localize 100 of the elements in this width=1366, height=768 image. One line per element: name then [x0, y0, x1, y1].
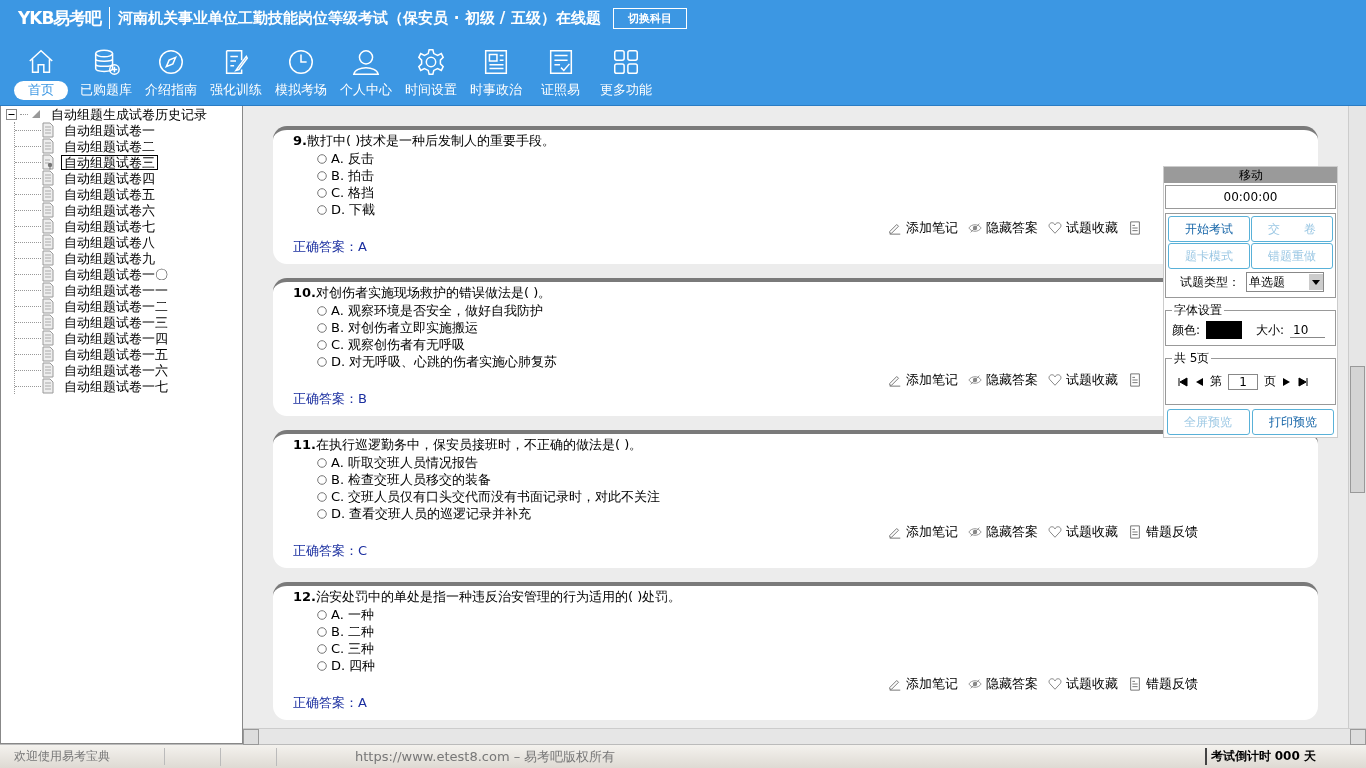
document-icon[interactable]: [1128, 221, 1142, 235]
eye-icon[interactable]: [968, 525, 982, 539]
person-icon[interactable]: [350, 47, 381, 77]
radio-button[interactable]: [317, 356, 327, 367]
tree-item[interactable]: 自动组题试卷二: [61, 138, 158, 154]
question-type-dropdown[interactable]: 单选题: [1246, 272, 1324, 292]
action-link[interactable]: 错题反馈: [1146, 675, 1198, 693]
option-text[interactable]: D. 查看交班人员的巡逻记录并补充: [331, 504, 532, 523]
tree-item[interactable]: 自动组题试卷一四: [61, 330, 171, 346]
correct-answer: 正确答案：B: [293, 390, 368, 408]
settings-icon[interactable]: [415, 47, 446, 77]
tree-item[interactable]: 自动组题试卷五: [61, 186, 158, 202]
action-link[interactable]: 添加笔记: [906, 219, 958, 237]
first-page-icon[interactable]: [1178, 376, 1188, 387]
page-field[interactable]: 1: [1228, 373, 1258, 390]
panel-title[interactable]: 移动: [1164, 167, 1337, 183]
radio-button[interactable]: [317, 626, 327, 637]
action-link[interactable]: 错题反馈: [1146, 523, 1198, 541]
size-field[interactable]: 10: [1290, 322, 1326, 338]
pencil-icon[interactable]: [888, 221, 902, 235]
document-icon[interactable]: [1128, 677, 1142, 691]
tree-item[interactable]: 自动组题试卷一: [61, 122, 158, 138]
radio-button[interactable]: [317, 660, 327, 671]
action-link[interactable]: 试题收藏: [1066, 523, 1118, 541]
radio-button[interactable]: [317, 204, 327, 215]
tree-item[interactable]: 自动组题试卷一五: [61, 346, 171, 362]
radio-button[interactable]: [317, 457, 327, 468]
action-link[interactable]: 隐藏答案: [986, 523, 1038, 541]
option-text[interactable]: C. 观察创伤者有无呼吸: [331, 335, 466, 354]
tree-item[interactable]: 自动组题试卷一一: [61, 282, 171, 298]
next-page-icon[interactable]: [1282, 376, 1292, 387]
radio-button[interactable]: [317, 305, 327, 316]
action-link[interactable]: 试题收藏: [1066, 219, 1118, 237]
action-link[interactable]: 添加笔记: [906, 371, 958, 389]
option-text[interactable]: B. 检查交班人员移交的装备: [331, 470, 492, 489]
option-text[interactable]: C. 三种: [331, 639, 375, 658]
radio-button[interactable]: [317, 187, 327, 198]
tree-item[interactable]: 自动组题试卷一六: [61, 362, 171, 378]
heart-icon[interactable]: [1048, 677, 1062, 691]
heart-icon[interactable]: [1048, 525, 1062, 539]
tree-item[interactable]: 自动组题试卷一三: [61, 314, 171, 330]
radio-button[interactable]: [317, 474, 327, 485]
action-link[interactable]: 试题收藏: [1066, 675, 1118, 693]
radio-button[interactable]: [317, 643, 327, 654]
eye-icon[interactable]: [968, 221, 982, 235]
tree-item[interactable]: 自动组题试卷九: [61, 250, 158, 266]
option-text[interactable]: D. 四种: [331, 656, 376, 675]
vertical-scrollbar[interactable]: [1348, 106, 1366, 728]
tree-item[interactable]: 自动组题试卷八: [61, 234, 158, 250]
option-text[interactable]: A. 观察环境是否安全，做好自我防护: [331, 301, 543, 320]
tree-item[interactable]: 自动组题试卷一〇: [61, 266, 171, 282]
correct-answer: 正确答案：C: [293, 542, 369, 560]
option-text[interactable]: D. 对无呼吸、心跳的伤者实施心肺复苏: [331, 352, 558, 371]
eye-icon[interactable]: [968, 373, 982, 387]
radio-button[interactable]: [317, 508, 327, 519]
panel-button[interactable]: 开始考试: [1168, 216, 1250, 242]
tree-item[interactable]: 自动组题试卷三: [61, 154, 158, 170]
action-link[interactable]: 添加笔记: [906, 675, 958, 693]
action-link[interactable]: 试题收藏: [1066, 371, 1118, 389]
horizontal-scrollbar[interactable]: [243, 728, 1366, 744]
option-text[interactable]: C. 交班人员仅有口头交代而没有书面记录时，对此不关注: [331, 487, 661, 506]
question-text: 11.在执行巡逻勤务中，保安员接班时，不正确的做法是( )。: [293, 436, 644, 454]
heart-icon[interactable]: [1048, 373, 1062, 387]
previous-page-icon[interactable]: [1194, 376, 1204, 387]
radio-button[interactable]: [317, 339, 327, 350]
panel-button[interactable]: 打印预览: [1251, 409, 1334, 435]
radio-button[interactable]: [317, 609, 327, 620]
option-text[interactable]: B. 对创伤者立即实施搬运: [331, 318, 479, 337]
pencil-icon[interactable]: [888, 373, 902, 387]
radio-button[interactable]: [317, 170, 327, 181]
tree-item[interactable]: 自动组题试卷七: [61, 218, 158, 234]
heart-icon[interactable]: [1048, 221, 1062, 235]
eye-icon[interactable]: [968, 677, 982, 691]
tree-root-label[interactable]: 自动组题生成试卷历史记录: [48, 106, 210, 122]
option-text[interactable]: B. 二种: [331, 622, 375, 641]
question-text: 10.对创伤者实施现场救护的错误做法是( )。: [293, 284, 553, 302]
color-swatch[interactable]: [1206, 321, 1243, 339]
radio-button[interactable]: [317, 491, 327, 502]
action-link[interactable]: 隐藏答案: [986, 675, 1038, 693]
tree-item[interactable]: 自动组题试卷一二: [61, 298, 171, 314]
radio-button[interactable]: [317, 322, 327, 333]
collapse-icon[interactable]: [6, 108, 17, 120]
tree-item[interactable]: 自动组题试卷六: [61, 202, 158, 218]
option-text[interactable]: D. 下截: [331, 200, 376, 219]
radio-button[interactable]: [317, 153, 327, 164]
pencil-icon[interactable]: [888, 525, 902, 539]
last-page-icon[interactable]: [1298, 376, 1308, 387]
tree-item[interactable]: 自动组题试卷四: [61, 170, 158, 186]
option-text[interactable]: A. 一种: [331, 605, 374, 624]
action-link[interactable]: 添加笔记: [906, 523, 958, 541]
option-text[interactable]: A. 反击: [331, 149, 374, 168]
pencil-icon[interactable]: [888, 677, 902, 691]
option-text[interactable]: B. 拍击: [331, 166, 375, 185]
tree-item[interactable]: 自动组题试卷一七: [61, 378, 171, 394]
option-text[interactable]: C. 格挡: [331, 183, 375, 202]
action-link[interactable]: 隐藏答案: [986, 371, 1038, 389]
action-link[interactable]: 隐藏答案: [986, 219, 1038, 237]
document-icon[interactable]: [1128, 525, 1142, 539]
option-text[interactable]: A. 听取交班人员情况报告: [331, 453, 478, 472]
document-icon[interactable]: [1128, 373, 1142, 387]
